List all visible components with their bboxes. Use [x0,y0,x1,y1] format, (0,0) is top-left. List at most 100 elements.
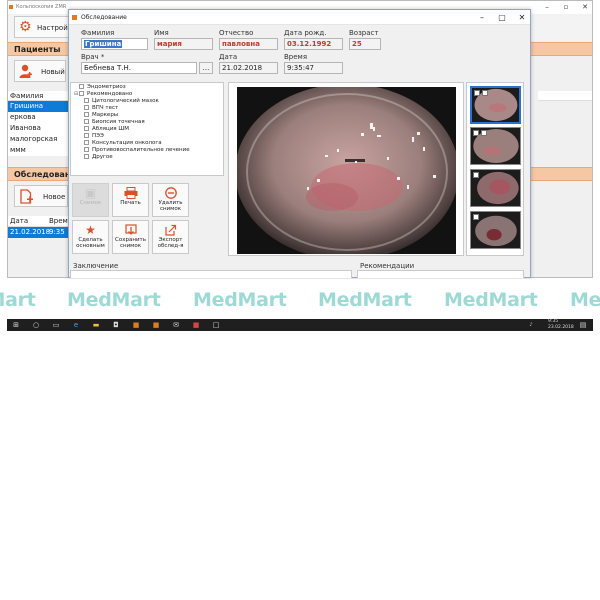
colposcopy-image[interactable] [237,87,456,254]
minimize-icon[interactable]: – [540,2,554,13]
list-item[interactable]: Эндометриоз [74,84,126,90]
taskbar: ⊞ ○ ▭ e ▬ ◘ ■ ■ ✉ ■ □ ♪ 9:35 23.02.2018 … [7,319,593,331]
age-label: Возраст [349,29,379,37]
checkbox[interactable] [473,130,479,136]
print-label: Печать [120,200,141,206]
save-image-icon [124,224,137,235]
table-row[interactable]: малогорская [8,134,70,145]
checkbox[interactable] [84,140,89,145]
list-item[interactable]: Маркеры [84,112,118,118]
thumbnail-strip [466,82,524,256]
save-image-label: Сохранить снимок [115,237,146,249]
doctor-field[interactable]: Бебнева Т.Н. [81,62,197,74]
table-row[interactable]: 21.02.2018 9:35 [8,227,70,238]
list-item[interactable]: Биопсия точечная [84,119,145,125]
export-exam-label: Экспорт обслед-я [157,237,184,249]
new-exam-button[interactable]: Новое [14,185,68,207]
table-row[interactable]: Гришина [8,101,70,112]
browser-icon[interactable]: e [72,321,80,329]
exam-time: 9:35 [49,228,65,236]
checkbox[interactable] [481,130,487,136]
list-item[interactable]: ПЭЭ [84,133,104,139]
new-exam-label: Новое [43,193,66,201]
table-row[interactable]: еркова [8,112,70,123]
save-image-button[interactable]: Сохранить снимок [112,220,149,254]
checkbox[interactable] [474,90,480,96]
settings-button[interactable]: ⚙ Настрой [14,16,72,38]
search-icon[interactable]: ○ [32,321,40,329]
exams-column-time[interactable]: Врем [49,216,68,227]
start-icon[interactable]: ⊞ [12,321,20,329]
make-main-label: Сделать основным [76,237,105,249]
doctor-browse-button[interactable]: ... [199,62,213,74]
list-item[interactable]: Консультация онколога [84,140,162,146]
list-item[interactable]: ⊟ Рекомендовано [74,91,132,97]
thumbnail[interactable] [470,86,521,124]
list-item[interactable]: Другое [84,154,113,160]
time-field[interactable]: 9:35:47 [284,62,343,74]
checkbox[interactable] [482,90,488,96]
mail-icon[interactable]: ✉ [172,321,180,329]
watermark: MedMart [67,289,161,311]
delete-image-label: Удалить снимок [158,200,183,212]
checkbox[interactable] [84,98,89,103]
maximize-icon[interactable]: ▫ [559,2,573,13]
name-field[interactable]: мария [154,38,213,50]
new-patient-button[interactable]: Новый [14,60,66,82]
make-main-button[interactable]: ★ Сделать основным [72,220,109,254]
checkbox[interactable] [79,84,84,89]
add-document-icon [20,189,33,204]
birthdate-field[interactable]: 03.12.1992 [284,38,343,50]
remove-icon [164,187,177,199]
volume-icon[interactable]: ♪ [527,321,535,329]
recommendations-textarea[interactable] [357,270,524,278]
time-label: Время [284,53,308,61]
delete-image-button[interactable]: Удалить снимок [152,183,189,217]
taskview-icon[interactable]: ▭ [52,321,60,329]
checkbox[interactable] [84,154,89,159]
export-exam-button[interactable]: Экспорт обслед-я [152,220,189,254]
close-icon[interactable]: ✕ [578,2,592,13]
table-row[interactable]: Иванова [8,123,70,134]
checkbox[interactable] [84,112,89,117]
checkbox[interactable] [84,147,89,152]
list-item[interactable]: ВПЧ тест [84,105,118,111]
thumbnail[interactable] [470,169,521,207]
checkbox[interactable] [84,119,89,124]
list-item[interactable]: Цитологический мазок [84,98,159,104]
app-red-icon[interactable]: ■ [192,321,200,329]
checkbox[interactable] [84,105,89,110]
checkbox[interactable] [79,91,84,96]
list-item[interactable]: Противовоспалительное лечение [84,147,190,153]
dialog-minimize-icon[interactable]: – [474,12,490,23]
thumbnail[interactable] [470,211,521,249]
checkbox[interactable] [473,214,479,220]
patients-column-surname[interactable]: Фамилия [8,91,70,101]
age-field[interactable]: 25 [349,38,381,50]
store-icon[interactable]: ◘ [112,321,120,329]
app-taskbar-icon[interactable]: ■ [132,321,140,329]
app-taskbar-icon-2[interactable]: ■ [152,321,160,329]
camera-icon: ▣ [84,186,97,200]
app-generic-icon[interactable]: □ [212,321,220,329]
checkbox[interactable] [84,133,89,138]
conclusion-label: Заключение [73,262,119,270]
list-item[interactable]: Абляция ШМ [84,126,129,132]
dialog-close-icon[interactable]: ✕ [514,12,530,23]
thumbnail[interactable] [470,127,521,165]
date-field[interactable]: 21.02.2018 [219,62,278,74]
notifications-icon[interactable]: ▤ [579,321,587,329]
checkbox[interactable] [84,126,89,131]
print-button[interactable]: Печать [112,183,149,217]
folder-icon[interactable]: ▬ [92,321,100,329]
capture-button[interactable]: ▣ Снимок [72,183,109,217]
surname-field[interactable]: Гришина [81,38,148,50]
dialog-maximize-icon[interactable]: ▢ [494,12,510,23]
checkbox[interactable] [473,172,479,178]
table-row[interactable]: ммм [8,145,70,156]
conclusion-textarea[interactable] [70,270,352,278]
exams-column-date[interactable]: Дата [10,216,28,227]
patronymic-field[interactable]: павловна [219,38,278,50]
patients-title: Пациенты [14,45,61,54]
recommendation-checklist: Эндометриоз ⊟ Рекомендовано Цитологически… [70,82,224,176]
